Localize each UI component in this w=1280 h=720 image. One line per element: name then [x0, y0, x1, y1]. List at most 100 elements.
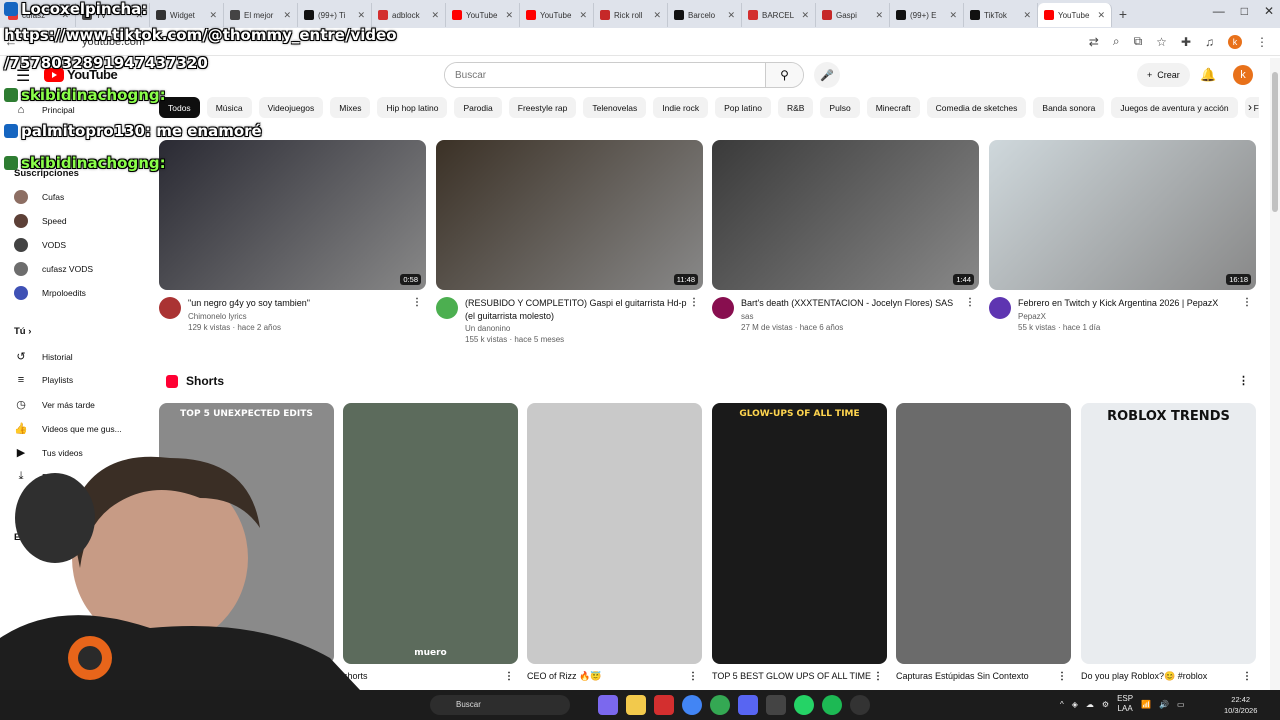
browser-tab[interactable]: El mejor ✕: [224, 3, 298, 27]
short-card[interactable]: GLOW-UPS OF ALL TIME TOP 5 BEST GLOW UPS …: [712, 403, 887, 682]
tab-close-icon[interactable]: ✕: [1023, 10, 1031, 21]
voice-search-icon[interactable]: 🎤: [814, 62, 840, 88]
sidebar-item-principal[interactable]: ⌂ Principal: [14, 104, 75, 116]
browser-tab[interactable]: YouTube ✕: [446, 3, 520, 27]
video-channel[interactable]: Un danonino: [465, 324, 689, 333]
app-icon[interactable]: [766, 695, 786, 715]
wifi-icon[interactable]: 📶: [1141, 700, 1151, 709]
channel-avatar[interactable]: [989, 297, 1011, 319]
subscription-item[interactable]: Cufas: [14, 190, 64, 204]
video-card[interactable]: 16:18 Febrero en Twitch y Kick Argentina …: [989, 140, 1256, 332]
search-button[interactable]: ⚲: [765, 63, 803, 87]
sidebar-item[interactable]: ≡ Playlists: [14, 374, 73, 386]
page-scrollbar[interactable]: [1270, 58, 1280, 690]
short-card[interactable]: CEO of Rizz 🔥😇 ⋮: [527, 403, 702, 682]
browser-tab[interactable]: (99+) E ✕: [890, 3, 964, 27]
video-thumbnail[interactable]: 16:18: [989, 140, 1256, 290]
sidebar-item[interactable]: 👍 Videos que me gus...: [14, 422, 122, 435]
more-options-icon[interactable]: ⋮: [412, 297, 422, 308]
tab-close-icon[interactable]: ✕: [283, 10, 291, 21]
short-card[interactable]: Capturas Estúpidas Sin Contexto ⋮: [896, 403, 1071, 682]
translate-icon[interactable]: ⇄: [1089, 35, 1099, 49]
video-title[interactable]: Febrero en Twitch y Kick Argentina 2026 …: [1018, 297, 1242, 310]
chip-1[interactable]: Música: [206, 97, 252, 118]
browser-tab[interactable]: BARCEL ✕: [742, 3, 816, 27]
short-thumbnail[interactable]: [527, 403, 702, 664]
chip-13[interactable]: Comedia de sketches: [926, 97, 1027, 118]
video-channel[interactable]: PepazX: [1018, 312, 1242, 321]
video-channel[interactable]: sas: [741, 312, 965, 321]
more-options-icon[interactable]: ⋮: [1242, 297, 1252, 308]
discord-icon[interactable]: [738, 695, 758, 715]
chip-15[interactable]: Juegos de aventura y acción: [1111, 97, 1238, 118]
tab-close-icon[interactable]: ✕: [727, 10, 735, 21]
video-card[interactable]: 0:58 "un negro g4y yo soy tambien" Chimone…: [159, 140, 426, 332]
browser-tab[interactable]: TikTok ✕: [964, 3, 1038, 27]
browser-tab[interactable]: YouTube ✕: [520, 3, 594, 27]
chrome-profile-icon[interactable]: [710, 695, 730, 715]
subscription-item[interactable]: Mrpoloedits: [14, 286, 86, 300]
browser-tab[interactable]: YouTube ✕: [1038, 3, 1112, 27]
more-options-icon[interactable]: ⋮: [689, 297, 699, 308]
taskbar-clock[interactable]: 22:42 10/3/2026: [1224, 694, 1257, 716]
channel-avatar[interactable]: [159, 297, 181, 319]
short-title[interactable]: TOP 5 BEST GLOW UPS OF ALL TIME: [712, 671, 887, 681]
tab-close-icon[interactable]: ✕: [949, 10, 957, 21]
tab-close-icon[interactable]: ✕: [357, 10, 365, 21]
maximize-icon[interactable]: □: [1241, 4, 1248, 18]
chip-6[interactable]: Freestyle rap: [508, 97, 577, 118]
short-card[interactable]: ROBLOX TRENDS Do you play Roblox?😊 #roblo…: [1081, 403, 1256, 682]
whatsapp-icon[interactable]: [794, 695, 814, 715]
media-player-icon[interactable]: [850, 695, 870, 715]
notifications-bell-icon[interactable]: 🔔: [1200, 67, 1216, 83]
more-options-icon[interactable]: ⋮: [688, 671, 698, 682]
chip-12[interactable]: Minecraft: [866, 97, 920, 118]
more-options-icon[interactable]: ⋮: [873, 671, 883, 682]
more-options-icon[interactable]: ⋮: [965, 297, 975, 308]
tab-close-icon[interactable]: ✕: [1097, 10, 1105, 21]
video-title[interactable]: "un negro g4y yo soy tambien": [188, 297, 412, 310]
chip-10[interactable]: R&B: [777, 97, 814, 118]
scrollbar-thumb[interactable]: [1272, 72, 1278, 212]
cloud-icon[interactable]: ☁: [1086, 700, 1094, 709]
browser-profile-avatar[interactable]: k: [1228, 34, 1242, 49]
media-control-icon[interactable]: ♫: [1205, 35, 1214, 49]
subscription-item[interactable]: Speed: [14, 214, 67, 228]
battery-icon[interactable]: ▭: [1177, 700, 1185, 709]
chip-11[interactable]: Pulso: [820, 97, 860, 118]
volume-icon[interactable]: 🔊: [1159, 700, 1169, 709]
tray-expand-icon[interactable]: ^: [1060, 700, 1064, 709]
browser-tab[interactable]: (99+) Ti ✕: [298, 3, 372, 27]
chevron-right-icon[interactable]: ›: [1248, 100, 1252, 114]
more-options-icon[interactable]: ⋮: [504, 671, 514, 682]
short-title[interactable]: CEO of Rizz 🔥😇: [527, 671, 702, 682]
extensions-icon[interactable]: ✚: [1181, 35, 1191, 49]
video-thumbnail[interactable]: 11:48: [436, 140, 703, 290]
chip-5[interactable]: Parodia: [454, 97, 502, 118]
account-avatar[interactable]: k: [1233, 65, 1253, 85]
create-button[interactable]: + Crear: [1137, 63, 1190, 87]
taskbar-app-icon[interactable]: [598, 695, 618, 715]
chip-3[interactable]: Mixes: [330, 97, 371, 118]
browser-tab[interactable]: Gaspi ✕: [816, 3, 890, 27]
browser-tab[interactable]: Rick roll ✕: [594, 3, 668, 27]
wps-icon[interactable]: [654, 695, 674, 715]
file-explorer-icon[interactable]: [626, 695, 646, 715]
close-window-icon[interactable]: ✕: [1264, 4, 1274, 18]
video-card[interactable]: 11:48 (RESUBIDO Y COMPLETITO) Gaspi el gu…: [436, 140, 703, 344]
short-thumbnail[interactable]: [896, 403, 1071, 664]
taskbar-search[interactable]: Buscar: [430, 695, 570, 715]
tab-close-icon[interactable]: ✕: [801, 10, 809, 21]
short-thumbnail[interactable]: GLOW-UPS OF ALL TIME: [712, 403, 887, 664]
new-tab-icon[interactable]: +: [1112, 6, 1134, 22]
chip-2[interactable]: Videojuegos: [258, 97, 324, 118]
browser-tab[interactable]: Widget ✕: [150, 3, 224, 27]
bookmark-star-icon[interactable]: ☆: [1156, 35, 1167, 49]
short-thumbnail[interactable]: ROBLOX TRENDS: [1081, 403, 1256, 664]
short-title[interactable]: Do you play Roblox?😊 #roblox: [1081, 671, 1256, 682]
tray-app-icon[interactable]: ⚙: [1102, 700, 1109, 709]
browser-tab[interactable]: adblock ✕: [372, 3, 446, 27]
short-title[interactable]: Capturas Estúpidas Sin Contexto: [896, 671, 1071, 681]
chrome-icon[interactable]: [682, 695, 702, 715]
browser-menu-icon[interactable]: ⋮: [1256, 35, 1268, 49]
